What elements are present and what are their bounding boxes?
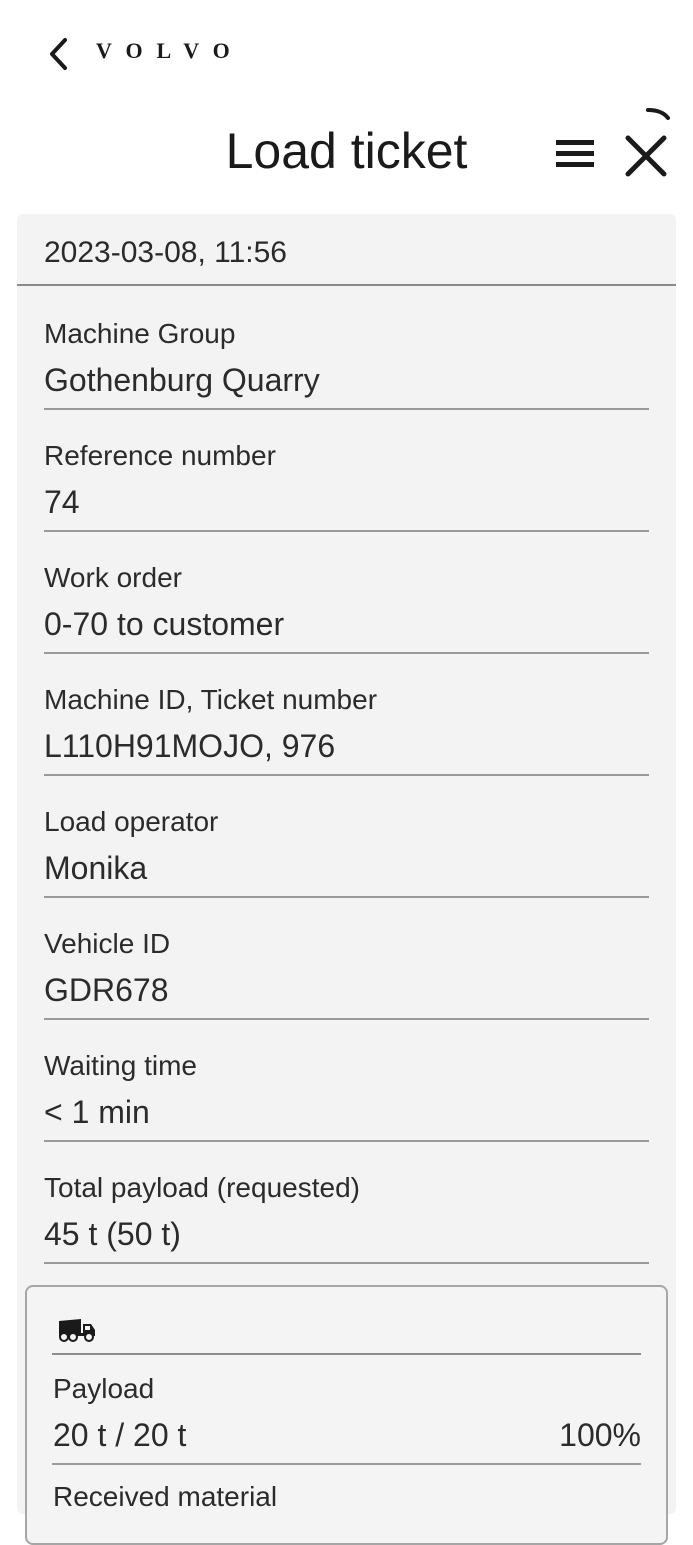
payload-label: Payload (53, 1373, 155, 1404)
field-label: Total payload (requested) (44, 1172, 360, 1203)
chevron-left-icon (50, 38, 67, 70)
ticket-card: 2023-03-08, 11:56 Machine Group Gothenbu… (17, 214, 676, 1545)
field-label: Machine ID, Ticket number (44, 684, 378, 715)
divider (52, 1463, 641, 1465)
top-bar: VOLVO (0, 0, 693, 105)
field-label: Waiting time (44, 1050, 198, 1081)
dump-truck-icon (59, 1319, 95, 1342)
field-label: Reference number (44, 440, 276, 471)
field-load-operator: Load operator Monika (44, 776, 649, 898)
payload-percent: 100% (559, 1417, 641, 1453)
field-value: GDR678 (44, 972, 169, 1008)
divider (52, 1353, 641, 1355)
back-button[interactable] (38, 32, 78, 76)
load-detail-card: Payload 20 t / 20 t 100% Received materi… (25, 1285, 668, 1545)
field-waiting-time: Waiting time < 1 min (44, 1020, 649, 1142)
field-vehicle-id: Vehicle ID GDR678 (44, 898, 649, 1020)
field-machine-group: Machine Group Gothenburg Quarry (44, 288, 649, 410)
field-label: Work order (44, 562, 182, 593)
field-value: Monika (44, 850, 148, 886)
payload-value: 20 t / 20 t (53, 1417, 187, 1453)
ticket-date: 2023-03-08, 11:56 (17, 214, 676, 286)
field-machine-id-ticket-number: Machine ID, Ticket number L110H91MOJO, 9… (44, 654, 649, 776)
field-label: Vehicle ID (44, 928, 171, 959)
field-work-order: Work order 0-70 to customer (44, 532, 649, 654)
field-reference-number: Reference number 74 (44, 410, 649, 532)
field-total-payload: Total payload (requested) 45 t (50 t) (44, 1142, 649, 1264)
close-button[interactable] (618, 104, 678, 180)
received-material-label: Received material (53, 1481, 278, 1512)
hamburger-menu-icon (556, 140, 594, 167)
field-value: 45 t (50 t) (44, 1216, 181, 1252)
field-label: Machine Group (44, 318, 236, 349)
close-icon (625, 108, 670, 177)
menu-button[interactable] (552, 134, 598, 174)
field-label: Load operator (44, 806, 219, 837)
field-value: < 1 min (44, 1094, 150, 1130)
field-value: L110H91MOJO, 976 (44, 728, 336, 764)
field-value: 0-70 to customer (44, 606, 285, 642)
volvo-logo: VOLVO (96, 38, 244, 63)
field-value: Gothenburg Quarry (44, 362, 320, 398)
field-value: 74 (44, 484, 80, 520)
